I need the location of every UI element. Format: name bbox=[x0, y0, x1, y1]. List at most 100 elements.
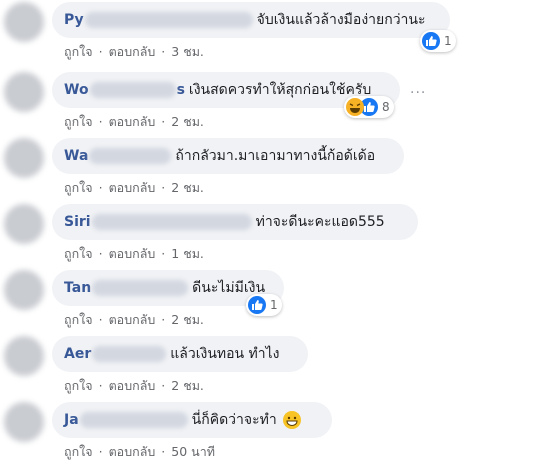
comment-bubble: Py จับเงินแล้วล้างมือง่ายกว่านะ bbox=[52, 2, 450, 38]
reaction-count: 1 bbox=[444, 34, 452, 48]
comment-actions: ถูกใจ · ตอบกลับ · 2 ชม. bbox=[64, 310, 204, 330]
author-name: Wo bbox=[64, 82, 89, 98]
comment-author[interactable]: Py bbox=[64, 12, 253, 28]
reply-link[interactable]: ตอบกลับ bbox=[109, 378, 156, 393]
reply-link[interactable]: ตอบกลับ bbox=[109, 312, 156, 327]
like-link[interactable]: ถูกใจ bbox=[64, 312, 93, 327]
redacted-name bbox=[89, 148, 172, 164]
avatar[interactable] bbox=[4, 270, 44, 310]
like-link[interactable]: ถูกใจ bbox=[64, 114, 93, 129]
separator-dot: · bbox=[98, 312, 103, 327]
comment-time[interactable]: 1 ชม. bbox=[171, 246, 204, 261]
comment-time[interactable]: 50 นาที bbox=[171, 444, 215, 459]
comment-author[interactable]: Tan bbox=[64, 280, 189, 296]
separator-dot: · bbox=[98, 44, 103, 59]
comment-actions: ถูกใจ · ตอบกลับ · 3 ชม. bbox=[64, 42, 204, 62]
reply-link[interactable]: ตอบกลับ bbox=[109, 246, 156, 261]
avatar[interactable] bbox=[4, 138, 44, 178]
redacted-name bbox=[92, 280, 189, 296]
comment-actions: ถูกใจ · ตอบกลับ · 1 ชม. bbox=[64, 244, 204, 264]
comment-author[interactable]: Wa bbox=[64, 148, 172, 164]
author-name-end: s bbox=[176, 82, 185, 98]
redacted-name bbox=[84, 12, 253, 28]
like-link[interactable]: ถูกใจ bbox=[64, 180, 93, 195]
comment-author[interactable]: Siri bbox=[64, 214, 252, 230]
comment-time[interactable]: 2 ชม. bbox=[171, 180, 204, 195]
comment-author[interactable]: Aer bbox=[64, 346, 167, 362]
author-name: Py bbox=[64, 12, 84, 28]
avatar[interactable] bbox=[4, 72, 44, 112]
redacted-name bbox=[79, 412, 188, 428]
avatar[interactable] bbox=[4, 402, 44, 442]
comment-item: Ja นี่ก็คิดว่าจะทำ ถูกใจ · ตอบกลับ · 50 นาที bbox=[0, 402, 546, 470]
comment-actions: ถูกใจ · ตอบกลับ · 2 ชม. bbox=[64, 178, 204, 198]
reply-link[interactable]: ตอบกลับ bbox=[109, 444, 156, 459]
reaction-count: 1 bbox=[270, 298, 278, 312]
redacted-name bbox=[89, 82, 176, 98]
comment-text: นี่ก็คิดว่าจะทำ bbox=[191, 412, 277, 428]
comment-actions: ถูกใจ · ตอบกลับ · 2 ชม. bbox=[64, 376, 204, 396]
reaction-summary[interactable]: 1 bbox=[420, 30, 456, 52]
comment-item: Aer แล้วเงินทอน ทำไง ถูกใจ · ตอบกลับ · 2 ชม. bbox=[0, 336, 546, 404]
separator-dot: · bbox=[161, 378, 166, 393]
like-link[interactable]: ถูกใจ bbox=[64, 378, 93, 393]
author-name: Tan bbox=[64, 280, 92, 296]
haha-icon bbox=[346, 98, 364, 116]
reply-link[interactable]: ตอบกลับ bbox=[109, 114, 156, 129]
comment-bubble: Ja นี่ก็คิดว่าจะทำ bbox=[52, 402, 332, 438]
comment-item: Siri ท่าจะดีนะคะแอด555 ถูกใจ · ตอบกลับ · 1 ช… bbox=[0, 204, 546, 272]
separator-dot: · bbox=[98, 444, 103, 459]
avatar[interactable] bbox=[4, 2, 44, 42]
author-name: Wa bbox=[64, 148, 89, 164]
like-link[interactable]: ถูกใจ bbox=[64, 246, 93, 261]
author-name: Aer bbox=[64, 346, 92, 362]
separator-dot: · bbox=[98, 378, 103, 393]
comment-text: เงินสดควรทำให้สุกก่อนใช้ครับ bbox=[188, 82, 372, 98]
like-icon bbox=[422, 32, 440, 50]
separator-dot: · bbox=[161, 114, 166, 129]
separator-dot: · bbox=[161, 180, 166, 195]
comment-text: แล้วเงินทอน ทำไง bbox=[170, 346, 280, 362]
like-icon bbox=[248, 296, 266, 314]
grinning-face-icon bbox=[282, 411, 301, 429]
comment-actions: ถูกใจ · ตอบกลับ · 50 นาที bbox=[64, 442, 215, 462]
reaction-summary[interactable]: 8 bbox=[344, 96, 394, 118]
separator-dot: · bbox=[161, 444, 166, 459]
comment-item: Py จับเงินแล้วล้างมือง่ายกว่านะ 1 ถูกใจ ·… bbox=[0, 2, 546, 70]
more-options-icon[interactable]: ··· bbox=[410, 85, 426, 101]
comment-author[interactable]: Wo s bbox=[64, 82, 185, 98]
comment-item: Wo s เงินสดควรทำให้สุกก่อนใช้ครับ ··· 8 … bbox=[0, 72, 546, 140]
comment-time[interactable]: 2 ชม. bbox=[171, 312, 204, 327]
avatar[interactable] bbox=[4, 204, 44, 244]
like-link[interactable]: ถูกใจ bbox=[64, 44, 93, 59]
redacted-name bbox=[92, 346, 167, 362]
separator-dot: · bbox=[161, 246, 166, 261]
reaction-summary[interactable]: 1 bbox=[246, 294, 282, 316]
comment-bubble: Siri ท่าจะดีนะคะแอด555 bbox=[52, 204, 418, 240]
author-name: Ja bbox=[64, 412, 79, 428]
comment-text: ถ้ากลัวมา.มาเอามาทางนี้ก้อด้เด้อ bbox=[175, 148, 376, 164]
separator-dot: · bbox=[161, 44, 166, 59]
comment-time[interactable]: 2 ชม. bbox=[171, 114, 204, 129]
comment-actions: ถูกใจ · ตอบกลับ · 2 ชม. bbox=[64, 112, 204, 132]
separator-dot: · bbox=[98, 246, 103, 261]
author-name: Siri bbox=[64, 214, 91, 230]
redacted-name bbox=[91, 214, 252, 230]
comment-text: จับเงินแล้วล้างมือง่ายกว่านะ bbox=[256, 12, 426, 28]
separator-dot: · bbox=[98, 180, 103, 195]
comment-item: Tan ดีนะไม่มีเงิน 1 ถูกใจ · ตอบกลับ · 2 ชม. bbox=[0, 270, 546, 338]
separator-dot: · bbox=[98, 114, 103, 129]
avatar[interactable] bbox=[4, 336, 44, 376]
reply-link[interactable]: ตอบกลับ bbox=[109, 180, 156, 195]
reaction-count: 8 bbox=[382, 100, 390, 114]
separator-dot: · bbox=[161, 312, 166, 327]
comment-author[interactable]: Ja bbox=[64, 412, 188, 428]
reply-link[interactable]: ตอบกลับ bbox=[109, 44, 156, 59]
comment-bubble: Aer แล้วเงินทอน ทำไง bbox=[52, 336, 308, 372]
comment-bubble: Wa ถ้ากลัวมา.มาเอามาทางนี้ก้อด้เด้อ bbox=[52, 138, 404, 174]
comment-text: ท่าจะดีนะคะแอด555 bbox=[255, 214, 385, 230]
comment-item: Wa ถ้ากลัวมา.มาเอามาทางนี้ก้อด้เด้อ ถูกใ… bbox=[0, 138, 546, 206]
comment-time[interactable]: 2 ชม. bbox=[171, 378, 204, 393]
comment-time[interactable]: 3 ชม. bbox=[171, 44, 204, 59]
like-link[interactable]: ถูกใจ bbox=[64, 444, 93, 459]
